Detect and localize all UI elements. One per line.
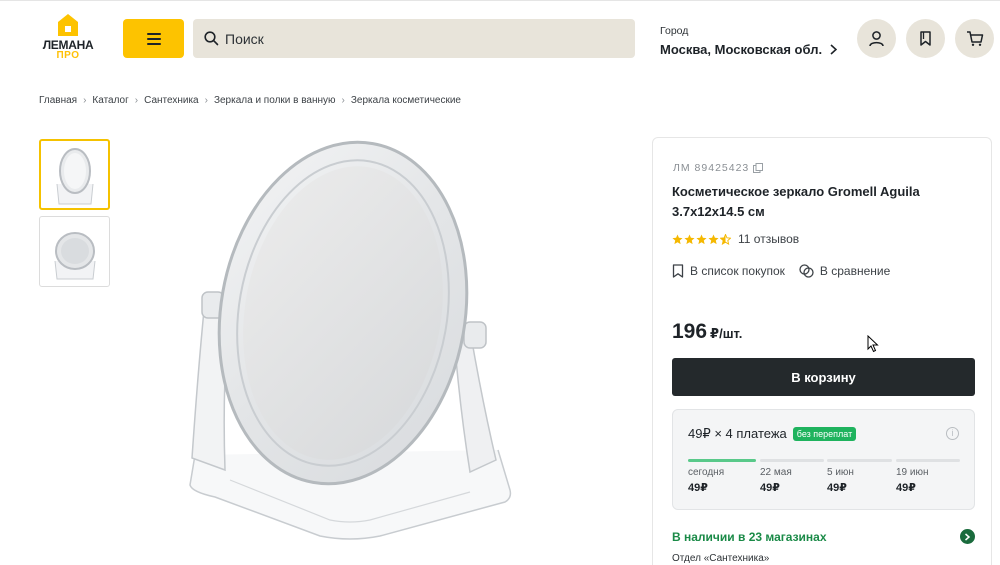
thumbnail-2[interactable] (39, 216, 110, 287)
breadcrumb-item[interactable]: Зеркала и полки в ванную (214, 95, 336, 106)
logo[interactable]: ЛЕМАНА ПРО (38, 14, 98, 62)
chevron-right-icon: › (341, 95, 345, 106)
breadcrumb-item[interactable]: Главная (39, 95, 77, 106)
compare-label: В сравнение (819, 264, 891, 278)
house-logo-icon (58, 14, 78, 36)
payment-amount: 49₽ (827, 482, 847, 494)
chevron-right-icon: › (83, 95, 87, 106)
bookmark-icon (672, 264, 684, 278)
compare-button[interactable]: В сравнение (799, 264, 890, 278)
stock-text[interactable]: В наличии в 23 магазинах (672, 530, 827, 544)
mouse-cursor-icon (867, 335, 879, 353)
breadcrumb-item[interactable]: Сантехника (144, 95, 199, 106)
bookmark-icon (920, 31, 931, 46)
price-unit: ₽/шт. (710, 326, 743, 341)
payment-progress-bar (896, 459, 960, 462)
copy-icon[interactable] (753, 163, 764, 173)
star-rating (672, 233, 731, 245)
payment-date: 22 мая (760, 467, 792, 478)
product-main-image (189, 140, 512, 540)
chevron-right-icon: › (204, 95, 208, 106)
city-selector[interactable]: Город Москва, Московская обл. (660, 25, 838, 57)
mirror-thumbnail-image (54, 231, 95, 279)
city-label: Город (660, 25, 689, 37)
chevron-right-icon: › (134, 95, 139, 106)
stock-availability[interactable]: В наличии в 23 магазинах (672, 529, 975, 544)
breadcrumb: Главная › Каталог › Сантехника › Зеркала… (39, 95, 461, 106)
payment-progress-bar (760, 459, 824, 462)
top-divider (0, 0, 1000, 4)
reviews-link[interactable]: 11 отзывов (738, 232, 799, 246)
price-value: 196 (672, 320, 708, 343)
search-bar[interactable] (193, 19, 635, 58)
installment-headline: 49₽ × 4 платежа (688, 426, 787, 441)
info-icon[interactable]: i (946, 427, 959, 440)
star-icon (672, 233, 683, 244)
payment-amount: 49₽ (760, 482, 780, 494)
sku-text: ЛМ 89425423 (673, 162, 750, 174)
search-icon (204, 31, 219, 46)
catalog-menu-button[interactable] (123, 19, 184, 58)
star-icon (696, 233, 707, 244)
chevron-right-icon (830, 44, 838, 55)
product-title: Косметическое зеркало Gromell Aguila 3.7… (672, 184, 920, 219)
add-to-cart-button[interactable]: В корзину (672, 358, 975, 396)
arrow-right-icon[interactable] (960, 529, 975, 544)
city-value: Москва, Московская обл. (660, 42, 823, 57)
installment-plan[interactable]: 49₽ × 4 платежа без переплат i сегодня 2… (672, 409, 975, 510)
payment-date: 5 июн (827, 467, 854, 478)
logo-subtext: ПРО (56, 50, 80, 61)
breadcrumb-item[interactable]: Каталог (92, 95, 128, 106)
compare-icon (799, 264, 814, 278)
product-card: ЛМ 89425423 Косметическое зеркало Gromel… (652, 137, 992, 565)
cart-icon (966, 31, 983, 46)
breadcrumb-item[interactable]: Зеркала косметические (351, 95, 461, 106)
half-star-icon (720, 233, 731, 245)
payment-date: сегодня (688, 467, 725, 478)
payment-progress-bar (688, 459, 756, 462)
department-label: Отдел «Сантехника» (672, 553, 770, 564)
add-to-list-button[interactable]: В список покупок (672, 264, 785, 278)
thumbnail-1[interactable] (39, 139, 110, 210)
cart-button[interactable] (955, 19, 994, 58)
payment-date: 19 июн (896, 467, 929, 478)
star-icon (684, 233, 695, 244)
no-overpay-badge: без переплат (792, 427, 857, 441)
payment-amount: 49₽ (896, 482, 916, 494)
product-rating[interactable]: 11 отзывов (672, 232, 799, 246)
profile-button[interactable] (857, 19, 896, 58)
search-input[interactable] (225, 30, 625, 47)
product-sku: ЛМ 89425423 (673, 162, 764, 174)
product-price: 196 ₽/шт. (672, 320, 742, 344)
shopping-list-button[interactable] (906, 19, 945, 58)
payment-progress-bar (827, 459, 892, 462)
user-icon (869, 31, 884, 47)
add-to-list-label: В список покупок (690, 264, 785, 278)
menu-icon (146, 32, 161, 45)
mirror-thumbnail-image (56, 147, 93, 204)
payment-amount: 49₽ (688, 482, 708, 494)
star-icon (708, 233, 719, 244)
